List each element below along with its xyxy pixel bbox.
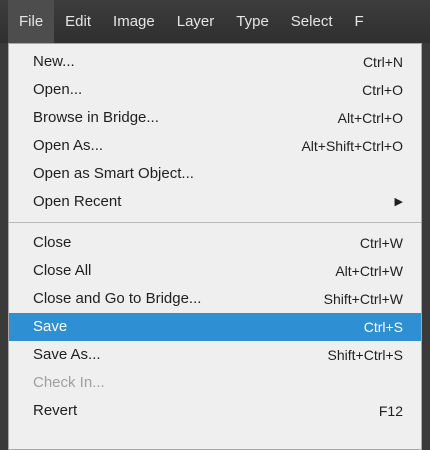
- menu-item-label: Open as Smart Object...: [33, 165, 194, 182]
- menu-item-label: Open...: [33, 81, 83, 98]
- menubar-select[interactable]: Select: [280, 0, 344, 43]
- menu-item-close-all[interactable]: Close All Alt+Ctrl+W: [9, 257, 421, 285]
- menu-item-label: Close All: [33, 262, 92, 279]
- menubar-edit[interactable]: Edit: [54, 0, 102, 43]
- menu-item-label: New...: [33, 53, 75, 70]
- triangle-right-icon: ▶: [394, 196, 403, 208]
- menu-separator: [9, 222, 421, 223]
- menu-item-shortcut: Ctrl+N: [362, 54, 403, 70]
- menu-item-label: Save: [33, 318, 68, 335]
- menu-item-open-recent[interactable]: Open Recent ▶: [9, 188, 421, 216]
- menu-item-open[interactable]: Open... Ctrl+O: [9, 76, 421, 104]
- menu-item-revert[interactable]: Revert F12: [9, 397, 421, 425]
- menu-item-shortcut: Shift+Ctrl+S: [327, 347, 403, 363]
- menu-item-close[interactable]: Close Ctrl+W: [9, 229, 421, 257]
- menu-item-shortcut: Ctrl+S: [363, 319, 403, 335]
- menu-item-shortcut: F12: [378, 403, 403, 419]
- menu-item-label: Revert: [33, 402, 78, 419]
- menubar-layer[interactable]: Layer: [166, 0, 226, 43]
- menu-item-label: Open As...: [33, 137, 104, 154]
- menu-item-label: Close and Go to Bridge...: [33, 290, 202, 307]
- menu-item-label: Save As...: [33, 346, 101, 363]
- menu-bar: File Edit Image Layer Type Select F: [0, 0, 430, 43]
- menu-item-shortcut: Ctrl+W: [359, 235, 403, 251]
- menu-group-close-save: Close Ctrl+W Close All Alt+Ctrl+W Close …: [9, 229, 421, 425]
- menu-item-label: Browse in Bridge...: [33, 109, 159, 126]
- menu-item-label: Close: [33, 234, 72, 251]
- menu-item-new[interactable]: New... Ctrl+N: [9, 48, 421, 76]
- menubar-type[interactable]: Type: [225, 0, 280, 43]
- menu-item-check-in: Check In...: [9, 369, 421, 397]
- menu-item-shortcut: Alt+Shift+Ctrl+O: [301, 138, 403, 154]
- menu-item-shortcut: Ctrl+O: [362, 82, 403, 98]
- menubar-filter-cut[interactable]: F: [344, 0, 375, 43]
- menu-item-shortcut: Alt+Ctrl+W: [335, 263, 403, 279]
- menu-item-label: Check In...: [33, 374, 105, 391]
- file-menu-dropdown: New... Ctrl+N Open... Ctrl+O Browse in B…: [8, 43, 422, 450]
- menu-group-open: New... Ctrl+N Open... Ctrl+O Browse in B…: [9, 48, 421, 216]
- menu-item-save-as[interactable]: Save As... Shift+Ctrl+S: [9, 341, 421, 369]
- menu-item-open-as[interactable]: Open As... Alt+Shift+Ctrl+O: [9, 132, 421, 160]
- menu-item-browse-in-bridge[interactable]: Browse in Bridge... Alt+Ctrl+O: [9, 104, 421, 132]
- menubar-file[interactable]: File: [8, 0, 55, 43]
- menu-item-close-and-go-to-bridge[interactable]: Close and Go to Bridge... Shift+Ctrl+W: [9, 285, 421, 313]
- menu-item-shortcut: Alt+Ctrl+O: [337, 110, 403, 126]
- menu-item-label: Open Recent: [33, 193, 122, 210]
- menu-item-shortcut: Shift+Ctrl+W: [323, 291, 403, 307]
- menu-item-open-as-smart-object[interactable]: Open as Smart Object...: [9, 160, 421, 188]
- menubar-image[interactable]: Image: [102, 0, 166, 43]
- menu-item-save[interactable]: Save Ctrl+S: [9, 313, 421, 341]
